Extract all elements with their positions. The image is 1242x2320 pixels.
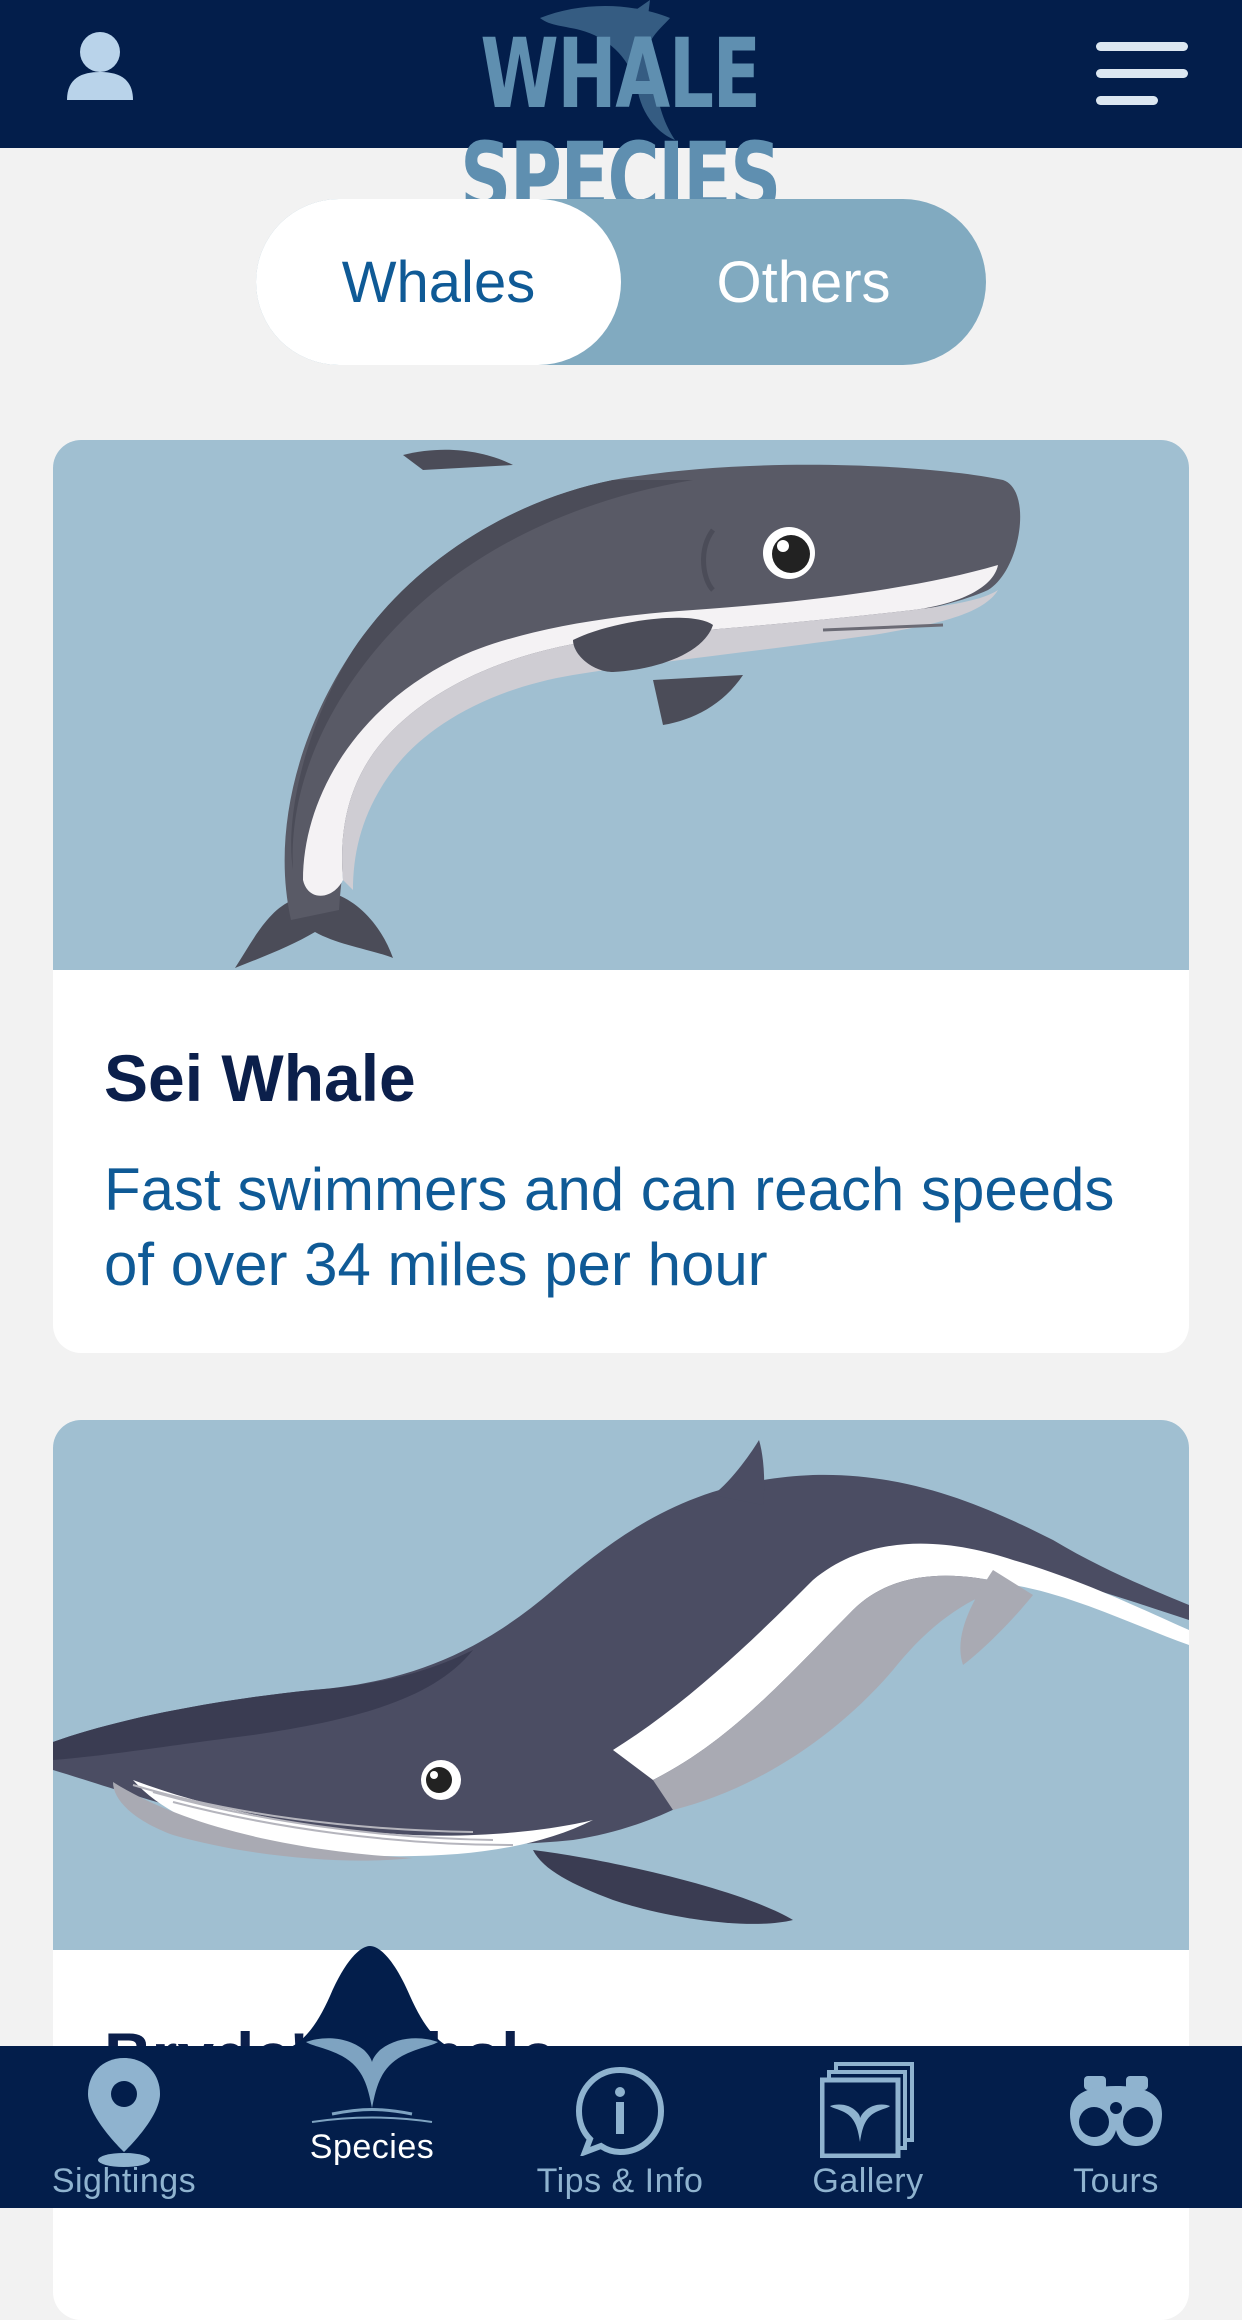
brydes-whale-illustration [53,1440,1189,1924]
nav-sightings[interactable]: Sightings [0,2046,248,2208]
nav-label: Sightings [51,2162,197,2200]
species-description: Fast swimmers and can reach speeds of ov… [104,1156,1115,1298]
nav-species[interactable]: Species [248,2038,496,2208]
user-icon [67,32,133,100]
whale-tail-icon [306,2038,438,2123]
menu-button[interactable] [1094,38,1190,110]
info-icon [575,2066,665,2156]
map-pin-icon [88,2058,160,2167]
nav-tips-info[interactable]: Tips & Info [496,2046,744,2208]
bottom-nav: Sightings Species Tips & Info Gallery To… [0,2038,1242,2208]
nav-label: Gallery [812,2162,924,2200]
tab-whales[interactable]: Whales [256,199,621,365]
nav-label: Tours [1073,2162,1159,2200]
binoculars-icon [1070,2076,1162,2146]
species-image [53,1420,1189,1950]
nav-label: Tips & Info [536,2162,704,2200]
hamburger-menu-icon [1096,42,1188,105]
profile-button[interactable] [60,28,140,108]
nav-gallery[interactable]: Gallery [744,2046,992,2208]
nav-tours[interactable]: Tours [992,2046,1240,2208]
sei-whale-illustration [235,449,1021,968]
nav-label: Species [309,2128,435,2166]
species-image [53,440,1189,970]
tab-others[interactable]: Others [621,199,986,365]
app-header: WHALE SPECIES [0,0,1242,230]
species-type-toggle: Whales Others [256,199,986,365]
species-card[interactable]: Sei Whale Fast swimmers and can reach sp… [53,440,1189,1353]
header-title-area: WHALE SPECIES [350,0,890,230]
gallery-icon [820,2062,914,2158]
species-name: Sei Whale [104,1041,416,1115]
